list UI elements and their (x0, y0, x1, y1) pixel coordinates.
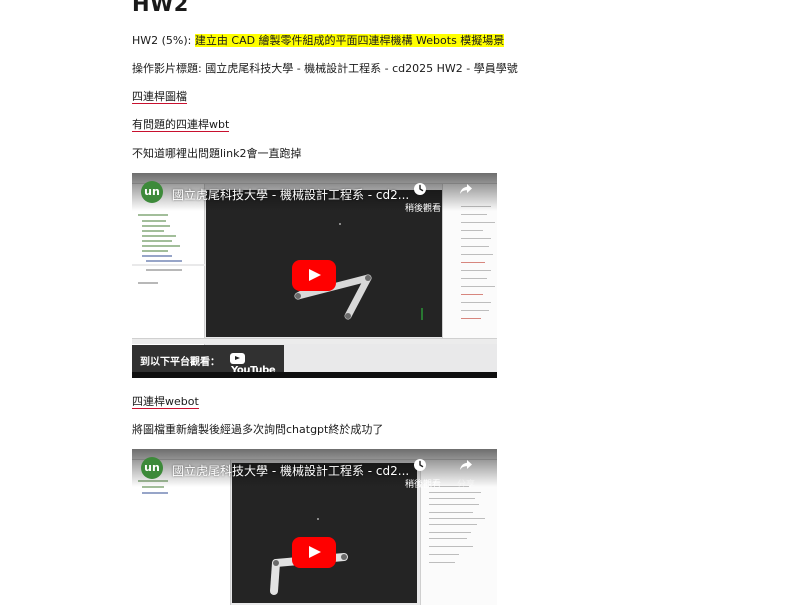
share-label: 分享 (456, 480, 475, 490)
share-label: 分享 (451, 201, 481, 214)
channel-avatar[interactable]: un (141, 181, 163, 203)
video-embed-2[interactable]: un 國立虎尾科技大學 - 機械設計工程系 - cd2... 稍後觀看 分享 (132, 449, 497, 605)
watch-later-button[interactable]: 稍後觀看 (405, 181, 442, 214)
video-title[interactable]: 國立虎尾科技大學 - 機械設計工程系 - cd2... (172, 186, 409, 203)
video-title-rule: 操作影片標題: 國立虎尾科技大學 - 機械設計工程系 - cd2025 HW2 … (132, 62, 518, 75)
intro-prefix: HW2 (5%): (132, 34, 195, 47)
watch-on-youtube-bar[interactable]: 到以下平台觀看： YouTube (132, 345, 284, 376)
video-embed-1[interactable]: un 國立虎尾科技大學 - 機械設計工程系 - cd2... 稍後觀看 分享 到… (132, 173, 497, 378)
watch-later-button[interactable]: 稍後觀看 (405, 457, 442, 490)
channel-avatar[interactable]: un (141, 457, 163, 479)
clock-icon (414, 459, 426, 471)
intro-highlight: 建立由 CAD 繪製零件組成的平面四連桿機構 Webots 模擬場景 (194, 34, 505, 47)
share-button[interactable]: 分享 (451, 181, 481, 214)
link-four-bar-webot[interactable]: 四連桿webot (132, 395, 199, 409)
share-icon (460, 460, 472, 470)
play-button[interactable] (292, 260, 336, 291)
clock-icon (414, 183, 426, 195)
intro-paragraph: HW2 (5%): 建立由 CAD 繪製零件組成的平面四連桿機構 Webots … (132, 34, 505, 48)
share-icon (460, 184, 472, 194)
play-icon (309, 269, 321, 281)
link-four-bar-drawing[interactable]: 四連桿圖檔 (132, 90, 187, 104)
video-title[interactable]: 國立虎尾科技大學 - 機械設計工程系 - cd2... (172, 462, 409, 479)
watch-later-label: 稍後觀看 (405, 204, 442, 214)
success-note: 將圖檔重新繪製後經過多次詢問chatgpt終於成功了 (132, 423, 384, 436)
watch-on-label: 到以下平台觀看： (140, 357, 220, 368)
play-button[interactable] (292, 537, 336, 568)
watch-later-label: 稍後觀看 (405, 480, 442, 490)
page-heading: HW2 (132, 0, 189, 16)
play-icon (309, 546, 321, 558)
field-editor-panel (132, 266, 205, 346)
link-problem-wbt[interactable]: 有問題的四連桿wbt (132, 118, 230, 132)
problem-note: 不知道哪裡出問題link2會一直跑掉 (132, 147, 302, 160)
share-button[interactable]: 分享 (451, 457, 481, 490)
